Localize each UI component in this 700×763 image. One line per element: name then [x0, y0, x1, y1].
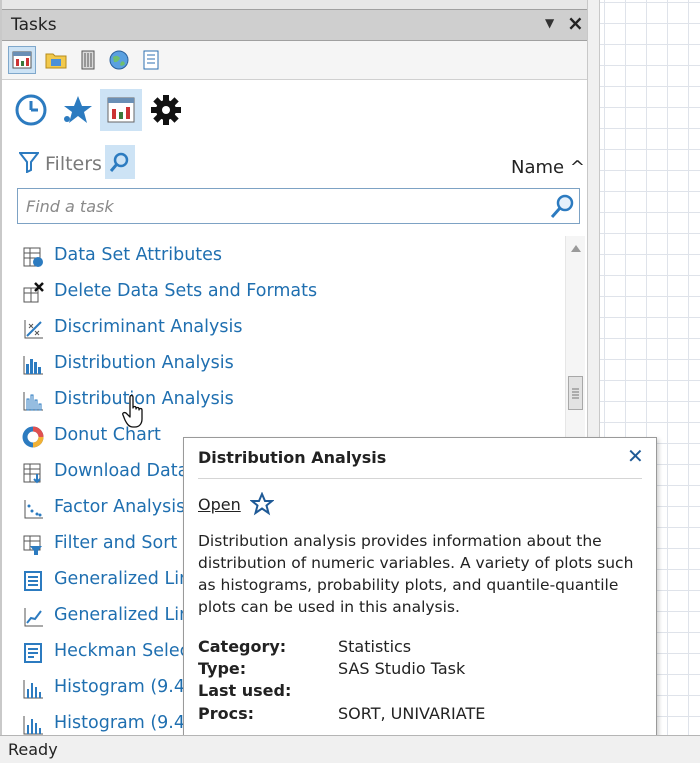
filter-sort-icon [22, 534, 44, 556]
generalized-linear-plot-icon [22, 606, 44, 628]
panel-close-icon[interactable]: × [567, 11, 584, 35]
list-item-label: Generalized Line [54, 569, 201, 589]
category-label: Category: [198, 637, 287, 656]
popup-title: Distribution Analysis [198, 448, 387, 467]
popup-divider [198, 478, 642, 479]
list-item-label: Histogram (9.41 [54, 677, 197, 697]
popup-description: Distribution analysis provides informati… [198, 532, 634, 616]
type-label: Type: [198, 659, 247, 678]
open-task-link[interactable]: Open [198, 495, 241, 514]
list-item-label: Histogram (9.42 [54, 713, 197, 733]
task-search-box [17, 188, 580, 224]
popup-close-icon[interactable]: ✕ [627, 444, 644, 468]
libraries-icon[interactable] [74, 46, 102, 74]
list-item[interactable]: Discriminant Analysis [18, 312, 558, 344]
task-mode-bar [2, 85, 587, 135]
category-value: Statistics [338, 637, 412, 656]
generalized-linear-icon [22, 570, 44, 592]
list-item-label: Delete Data Sets and Formats [54, 281, 318, 301]
scroll-up-arrow-icon[interactable] [569, 240, 583, 252]
distribution-analysis-outline-icon [22, 390, 44, 412]
histogram-icon [22, 714, 44, 735]
distribution-analysis-blue-icon [22, 354, 44, 376]
list-item-label: Generalized Line [54, 605, 201, 625]
status-bar: Ready [0, 735, 700, 763]
procs-label: Procs: [198, 704, 255, 723]
type-value: SAS Studio Task [338, 659, 466, 678]
list-item-label: Distribution Analysis [54, 389, 234, 409]
donut-chart-icon [22, 426, 44, 448]
list-item-label: Distribution Analysis [54, 353, 234, 373]
settings-gear-icon[interactable] [145, 89, 187, 131]
download-data-icon [22, 462, 44, 484]
list-item-label: Download Data [54, 461, 189, 481]
folder-icon[interactable] [42, 46, 70, 74]
task-search-input[interactable] [26, 195, 536, 217]
list-item-label: Heckman Select [54, 641, 197, 661]
panel-toolbar [2, 41, 587, 80]
data-set-attributes-icon [22, 246, 44, 268]
list-item[interactable]: Data Set Attributes [18, 240, 558, 272]
search-toggle-icon[interactable] [105, 145, 135, 179]
recent-clock-icon[interactable] [10, 89, 52, 131]
histogram-icon [22, 678, 44, 700]
list-item[interactable]: Distribution Analysis [18, 384, 558, 416]
funnel-icon[interactable] [17, 151, 41, 177]
task-info-popup: Distribution Analysis ✕ Open Distributio… [183, 437, 657, 750]
globe-icon[interactable] [105, 46, 133, 74]
snippets-icon[interactable] [137, 46, 165, 74]
list-item-label: Filter and Sort [54, 533, 178, 553]
filters-row: Filters Name ^ [2, 142, 587, 182]
favorites-star-icon[interactable] [55, 89, 97, 131]
factor-analysis-icon [22, 498, 44, 520]
list-item-label: Data Set Attributes [54, 245, 223, 265]
list-item[interactable]: Delete Data Sets and Formats [18, 276, 558, 308]
panel-title: Tasks [11, 15, 57, 35]
add-favorite-star-icon[interactable] [249, 491, 275, 516]
heckman-selection-icon [22, 642, 44, 664]
window-titlebar-strip [2, 0, 587, 9]
filters-label[interactable]: Filters [45, 153, 102, 175]
status-text: Ready [8, 740, 58, 759]
list-item-label: Donut Chart [54, 425, 161, 445]
scrollbar-thumb[interactable] [568, 376, 583, 410]
search-icon[interactable] [548, 192, 576, 220]
list-item-label: Factor Analysis [54, 497, 186, 517]
sort-by-name-button[interactable]: Name ^ [511, 157, 585, 178]
delete-datasets-icon [22, 282, 44, 304]
last-used-label: Last used: [198, 681, 292, 700]
panel-menu-dropdown-icon[interactable]: ▼ [545, 16, 554, 30]
all-tasks-icon[interactable] [100, 89, 142, 131]
panel-header: Tasks ▼ × [2, 9, 587, 41]
discriminant-analysis-icon [22, 318, 44, 340]
procs-value: SORT, UNIVARIATE [338, 704, 486, 723]
list-item[interactable]: Distribution Analysis [18, 348, 558, 380]
tasks-view-icon[interactable] [8, 46, 36, 74]
list-item-label: Discriminant Analysis [54, 317, 243, 337]
